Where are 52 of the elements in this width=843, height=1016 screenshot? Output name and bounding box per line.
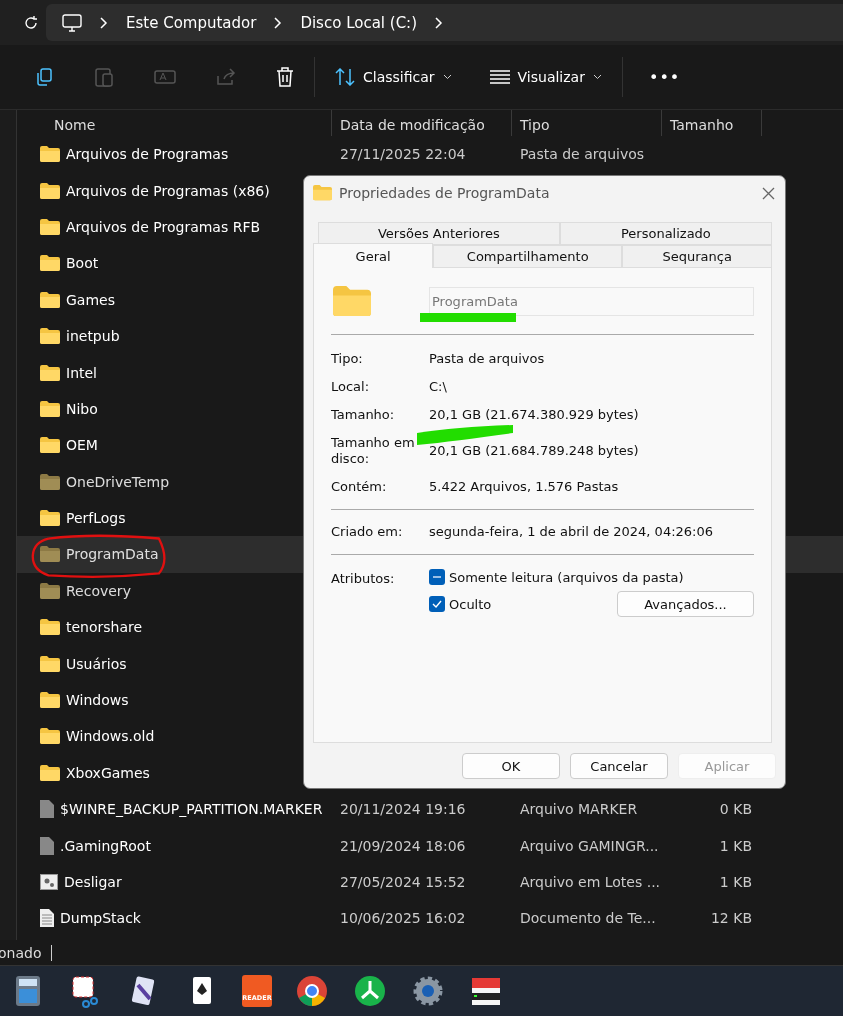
property-label: Criado em: [331, 523, 404, 541]
property-value: segunda-feira, 1 de abril de 2024, 04:26:06 [429, 523, 714, 541]
file-name: DumpStack [60, 910, 141, 927]
date-cell-text: 10/06/2025 16:02 [339, 910, 467, 927]
date-cell-text: 27/05/2024 15:52 [339, 874, 467, 890]
checkbox-label: Oculto [449, 596, 492, 612]
property-label: Local: [331, 378, 371, 396]
dialog-title: Propriedades de ProgramData [339, 185, 551, 201]
file-name: XboxGames [66, 764, 150, 781]
property-value: 5.422 Arquivos, 1.576 Pastas [429, 478, 620, 496]
date-cell-text: 20/11/2024 19:16 [339, 801, 467, 818]
file-name: Arquivos de Programas (x86) [66, 182, 270, 199]
type-cell-text: Pasta de arquivos [519, 146, 646, 163]
file-name: PerfLogs [66, 510, 126, 527]
property-value: Pasta de arquivos [429, 350, 546, 368]
file-name: Boot [66, 255, 99, 272]
date-cell-text: 21/09/2024 18:06 [339, 837, 467, 854]
file-name: OneDriveTemp [66, 473, 170, 490]
file-name: .GamingRoot [60, 837, 151, 854]
file-name: tenorshare [66, 619, 143, 636]
file-name: Usuários [66, 655, 127, 672]
file-name: Games [66, 291, 115, 308]
file-name: Arquivos de Programas RFB [66, 218, 261, 235]
property-label: Atributos: [331, 570, 396, 588]
property-label: Tamanho em disco: [331, 434, 416, 468]
type-cell-text: Documento de Te... [519, 910, 657, 927]
file-name: Intel [66, 364, 97, 381]
file-name: OEM [66, 437, 98, 454]
file-name: Windows [66, 692, 129, 709]
property-label: Tipo: [331, 350, 364, 368]
size-cell-text: 0 KB [718, 801, 753, 818]
type-cell-text: Arquivo MARKER [519, 801, 639, 818]
file-name: Recovery [66, 582, 131, 599]
property-label: Contém: [331, 478, 388, 496]
property-value: C:\ [429, 378, 448, 396]
checkbox-label: Somente leitura (arquivos da pasta) [449, 569, 684, 585]
file-name: Desligar [64, 874, 122, 890]
file-name: Arquivos de Programas [66, 146, 229, 163]
property-value: 20,1 GB (21.674.380.929 bytes) [429, 406, 640, 424]
file-name: Windows.old [66, 728, 155, 745]
file-name: $WINRE_BACKUP_PARTITION.MARKER [60, 801, 323, 818]
size-cell-text: 1 KB [718, 874, 753, 890]
size-cell-text: 1 KB [718, 837, 753, 854]
property-label: Tamanho: [331, 406, 396, 424]
file-name: Nibo [66, 400, 98, 417]
type-cell-text: Arquivo GAMINGR... [519, 837, 660, 854]
date-cell-text: 27/11/2025 22:04 [339, 146, 467, 163]
size-cell-text: 12 KB [709, 910, 753, 927]
property-value: 20,1 GB (21.684.789.248 bytes) [429, 442, 640, 460]
type-cell-text: Arquivo em Lotes ... [519, 874, 662, 890]
file-name: inetpub [66, 328, 120, 345]
file-name: ProgramData [66, 546, 159, 563]
